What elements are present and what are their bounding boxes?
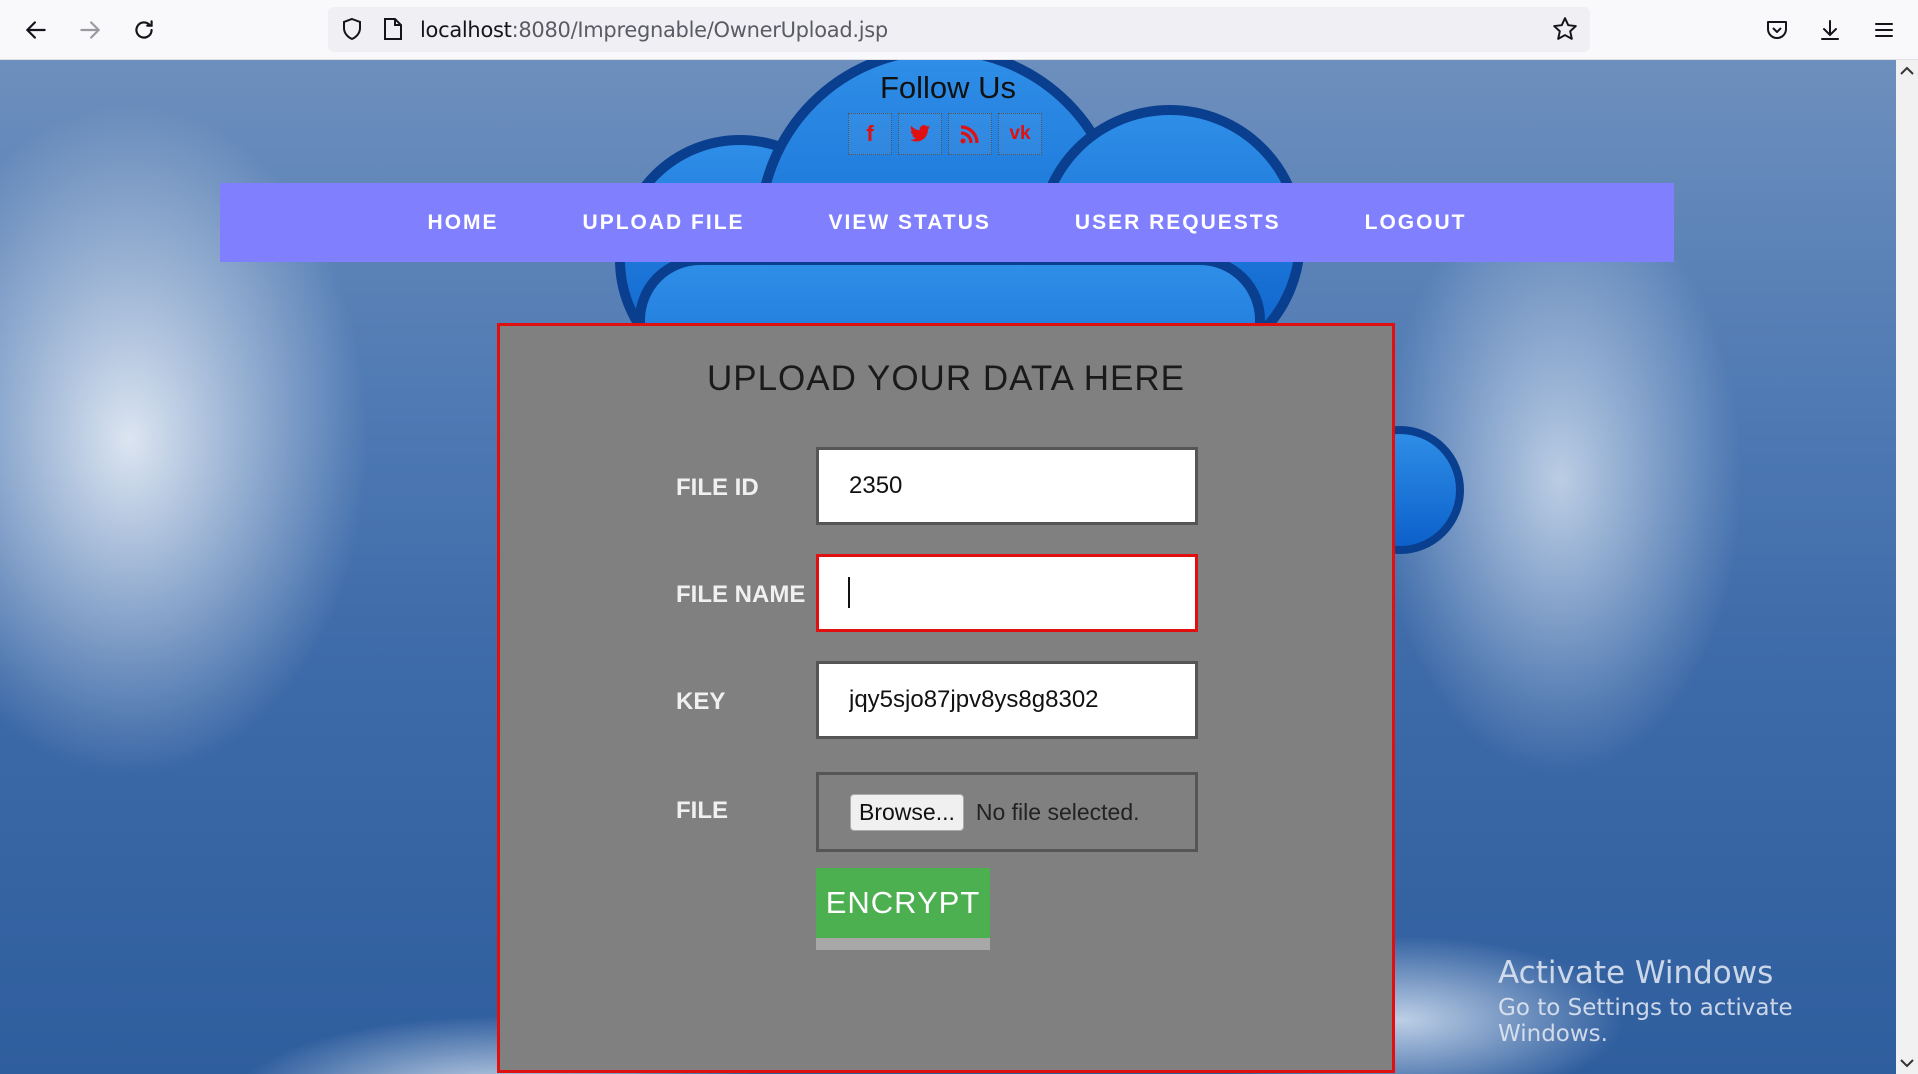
file-id-input[interactable] (816, 447, 1198, 525)
scroll-up-icon[interactable] (1900, 66, 1914, 76)
download-icon[interactable] (1810, 10, 1850, 50)
key-label: KEY (676, 688, 726, 715)
file-name-input[interactable] (816, 554, 1198, 632)
nav-view-status[interactable]: VIEW STATUS (787, 211, 1033, 235)
page-background: Follow Us f vk HOME UPLOAD FILE VIEW STA… (0, 60, 1896, 1074)
main-nav: HOME UPLOAD FILE VIEW STATUS USER REQUES… (220, 183, 1674, 262)
rss-icon[interactable] (948, 113, 992, 155)
scroll-down-icon[interactable] (1900, 1058, 1914, 1068)
key-input[interactable] (816, 661, 1198, 739)
shield-icon[interactable] (340, 17, 364, 45)
vertical-scrollbar[interactable] (1896, 60, 1918, 1074)
file-label: FILE (676, 797, 728, 824)
address-bar[interactable]: localhost:8080/Impregnable/OwnerUpload.j… (328, 7, 1590, 52)
nav-upload-file[interactable]: UPLOAD FILE (541, 211, 787, 235)
watermark-subtitle: Go to Settings to activate Windows. (1498, 995, 1793, 1047)
text-cursor (848, 577, 850, 608)
file-picker[interactable]: Browse... No file selected. (816, 772, 1198, 852)
vk-icon[interactable]: vk (998, 113, 1042, 155)
panel-title: UPLOAD YOUR DATA HERE (706, 359, 1186, 398)
url-text[interactable]: localhost:8080/Impregnable/OwnerUpload.j… (420, 18, 888, 42)
back-arrow-icon[interactable] (16, 10, 56, 50)
windows-activation-watermark: Activate Windows Go to Settings to activ… (1498, 955, 1896, 1047)
pocket-icon[interactable] (1757, 10, 1797, 50)
upload-panel: UPLOAD YOUR DATA HERE FILE ID FILE NAME … (497, 323, 1395, 1073)
bookmark-star-icon[interactable] (1552, 16, 1578, 46)
file-id-label: FILE ID (676, 474, 759, 501)
reload-icon[interactable] (124, 10, 164, 50)
social-links: f vk (848, 113, 1042, 155)
nav-user-requests[interactable]: USER REQUESTS (1033, 211, 1323, 235)
twitter-icon[interactable] (898, 113, 942, 155)
facebook-icon[interactable]: f (848, 113, 892, 155)
nav-home[interactable]: HOME (386, 211, 541, 235)
forward-arrow-icon[interactable] (70, 10, 110, 50)
watermark-title: Activate Windows (1498, 955, 1774, 991)
nav-logout[interactable]: LOGOUT (1323, 211, 1509, 235)
file-name-label: FILE NAME (676, 581, 806, 608)
no-file-text: No file selected. (975, 798, 1140, 825)
follow-us-heading: Follow Us (879, 70, 1017, 105)
browse-button[interactable]: Browse... (850, 793, 964, 831)
browser-toolbar: localhost:8080/Impregnable/OwnerUpload.j… (0, 0, 1918, 60)
menu-icon[interactable] (1864, 10, 1904, 50)
encrypt-button[interactable]: ENCRYPT (816, 868, 990, 950)
page-icon (382, 17, 404, 45)
